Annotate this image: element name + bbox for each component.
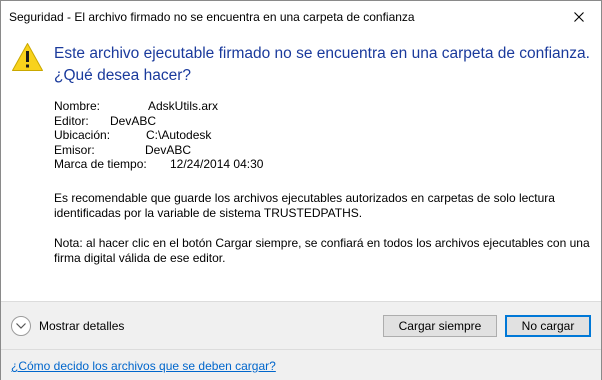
recommendation-text: Es recomendable que guarde los archivos … [54,191,555,220]
detail-label-location: Ubicación: [54,128,111,143]
detail-label-name: Nombre: [54,99,101,113]
main-instruction: Este archivo ejecutable firmado no se en… [54,43,594,87]
detail-value-editor: DevABC [110,113,157,128]
detail-value-issuer: DevABC [145,142,192,157]
dialog-content: Este archivo ejecutable firmado no se en… [1,33,601,301]
close-icon [574,11,584,22]
help-link[interactable]: ¿Cómo decido los archivos que se deben c… [11,359,276,373]
do-not-load-button[interactable]: No cargar [505,315,591,337]
detail-value-location: C:\Autodesk [146,128,212,143]
chevron-down-icon [16,323,26,329]
show-details-toggle[interactable] [11,316,31,336]
load-always-button[interactable]: Cargar siempre [383,315,497,337]
detail-value-name: AdskUtils.arx [148,99,219,113]
detail-label-issuer: Emisor: [54,142,95,157]
main-instruction-line2: ¿Qué desea hacer? [54,67,192,84]
title-bar: Seguridad - El archivo firmado no se enc… [1,1,601,33]
security-dialog: Seguridad - El archivo firmado no se enc… [0,0,602,380]
warning-triangle-icon [12,43,43,71]
show-details-label[interactable]: Mostrar detalles [39,319,124,333]
dialog-footer: Mostrar detalles Cargar siempre No carga… [1,301,601,349]
detail-value-timestamp: 12/24/2014 04:30 [170,157,264,172]
detail-label-timestamp: Marca de tiempo: [54,157,147,172]
main-instruction-line1: Este archivo ejecutable firmado no se en… [54,45,590,62]
note-text: Nota: al hacer clic en el botón Cargar s… [54,236,590,265]
help-bar: ¿Cómo decido los archivos que se deben c… [1,349,601,380]
detail-label-editor: Editor: [54,113,89,128]
close-button[interactable] [557,1,601,32]
window-title: Seguridad - El archivo firmado no se enc… [9,10,415,24]
